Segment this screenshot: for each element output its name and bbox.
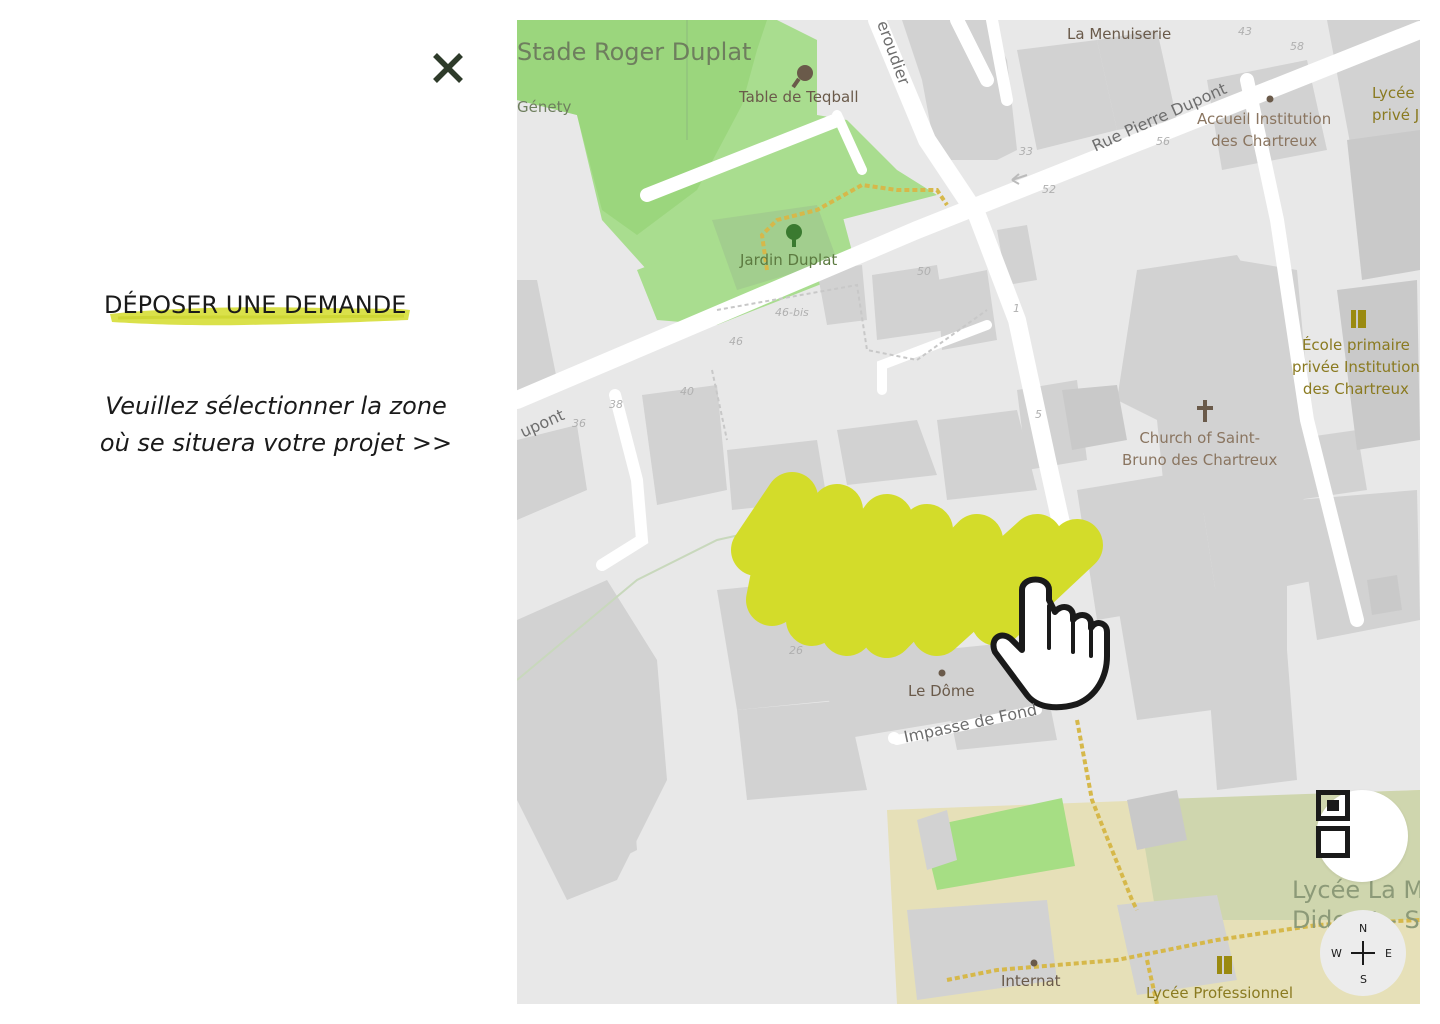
compass-west: W	[1331, 947, 1342, 960]
instruction-line-1: Veuillez sélectionner la zone	[105, 392, 447, 420]
map-view[interactable]: Stade Roger Duplat Génety Table de Teqba…	[517, 20, 1420, 1004]
house-number: 40	[680, 385, 694, 398]
map-canvas[interactable]	[517, 20, 1420, 1004]
place-ecole: École primaire privée Institution des Ch…	[1292, 334, 1420, 400]
close-icon	[433, 53, 463, 83]
place-internat: Internat	[1001, 972, 1061, 990]
house-number: 43	[1238, 25, 1252, 38]
place-church: Church of Saint- Bruno des Chartreux	[1122, 427, 1277, 471]
house-number: 56	[1156, 135, 1170, 148]
house-number: 5	[1035, 408, 1042, 421]
place-ecole-line2: privée Institution	[1292, 358, 1420, 376]
compass-south: S	[1360, 973, 1367, 986]
place-lycee-prive: Lycée privé J	[1372, 82, 1419, 126]
house-number: 46-bis	[775, 306, 809, 319]
place-teqball: Table de Teqball	[739, 88, 859, 106]
house-number: 46	[729, 335, 743, 348]
place-ecole-line1: École primaire	[1301, 336, 1410, 354]
house-number: 1	[1013, 302, 1020, 315]
page-title-block: DÉPOSER UNE DEMANDE	[104, 288, 434, 332]
house-number: 26	[789, 644, 803, 657]
place-accueil-line1: Accueil Institution	[1197, 110, 1332, 128]
close-button[interactable]	[426, 46, 470, 90]
place-menuiserie: La Menuiserie	[1067, 25, 1172, 43]
house-number: 38	[609, 398, 623, 411]
place-church-line1: Church of Saint-	[1139, 429, 1261, 447]
place-genety: Génety	[517, 98, 572, 116]
place-lycee-prive-line2: privé J	[1372, 106, 1420, 124]
house-number: 33	[1019, 145, 1033, 158]
place-lycee-pro: Lycée Professionnel	[1146, 984, 1294, 1002]
layers-button[interactable]	[1316, 790, 1408, 882]
compass-button[interactable]: N S E W	[1320, 910, 1406, 996]
layers-icon	[1316, 790, 1350, 858]
instruction-text: Veuillez sélectionner la zone où se situ…	[90, 388, 462, 462]
house-number: 50	[917, 265, 931, 278]
compass-east: E	[1385, 947, 1392, 960]
place-jardin: Jardin Duplat	[740, 251, 838, 269]
house-number: 52	[1042, 183, 1056, 196]
place-stade: Stade Roger Duplat	[517, 38, 752, 66]
instruction-line-2: où se situera votre projet >>	[99, 429, 453, 457]
place-ecole-line3: des Chartreux	[1302, 380, 1409, 398]
place-accueil: Accueil Institution des Chartreux	[1197, 108, 1331, 152]
page-title: DÉPOSER UNE DEMANDE	[104, 291, 407, 319]
house-number: 36	[572, 417, 586, 430]
house-number: 58	[1290, 40, 1304, 53]
compass-north: N	[1359, 922, 1368, 935]
place-le-dome: Le Dôme	[908, 682, 975, 700]
place-church-line2: Bruno des Chartreux	[1122, 451, 1278, 469]
place-lycee-prive-line1: Lycée	[1372, 84, 1415, 102]
place-accueil-line2: des Chartreux	[1211, 132, 1318, 150]
